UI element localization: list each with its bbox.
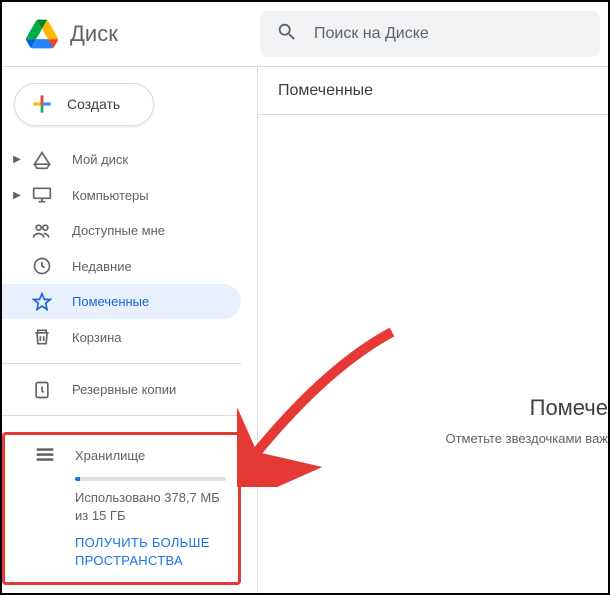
main-header: Помеченные [258, 67, 608, 115]
sidebar-item-trash[interactable]: Корзина [2, 319, 241, 355]
sidebar-item-backups[interactable]: Резервные копии [2, 372, 241, 408]
computers-icon [30, 183, 54, 207]
search-placeholder: Поиск на Диске [314, 25, 429, 43]
sidebar: Создать ▶ Мой диск ▶ Компьютеры Доступны… [2, 67, 258, 593]
storage-used-text: Использовано 378,7 МБ из 15 ГБ [75, 489, 226, 525]
sidebar-item-starred[interactable]: Помеченные [2, 284, 241, 320]
clock-icon [30, 254, 54, 278]
storage-progress-fill [75, 477, 80, 481]
search-bar[interactable]: Поиск на Диске [260, 11, 600, 57]
nav-label: Доступные мне [72, 223, 165, 238]
storage-label: Хранилище [75, 448, 145, 463]
sidebar-item-shared[interactable]: Доступные мне [2, 213, 241, 249]
storage-progress-bar [75, 477, 226, 481]
empty-state-subtitle: Отметьте звездочками важ [258, 431, 608, 446]
shared-icon [30, 219, 54, 243]
search-icon [276, 21, 298, 48]
empty-state: Помече Отметьте звездочками важ [258, 115, 608, 446]
storage-icon [33, 443, 57, 467]
storage-header[interactable]: Хранилище [13, 443, 226, 467]
plus-icon [29, 91, 55, 117]
nav-label: Компьютеры [72, 188, 149, 203]
chevron-right-icon: ▶ [10, 154, 24, 165]
trash-icon [30, 325, 54, 349]
backup-icon [30, 378, 54, 402]
nav-label: Резервные копии [72, 382, 176, 397]
sidebar-item-recent[interactable]: Недавние [2, 248, 241, 284]
sidebar-divider [2, 363, 241, 364]
nav-label: Недавние [72, 259, 132, 274]
logo-area[interactable]: Диск [10, 14, 260, 54]
app-name: Диск [70, 21, 118, 47]
storage-section: Хранилище Использовано 378,7 МБ из 15 ГБ… [2, 432, 241, 585]
app-header: Диск Поиск на Диске [2, 2, 608, 66]
my-drive-icon [30, 148, 54, 172]
drive-logo-icon [22, 14, 62, 54]
storage-upgrade-link[interactable]: ПОЛУЧИТЬ БОЛЬШЕ ПРОСТРАНСТВА [75, 534, 226, 570]
nav-label: Помеченные [72, 294, 149, 309]
star-icon [30, 290, 54, 314]
nav-label: Мой диск [72, 152, 128, 167]
page-title: Помеченные [278, 82, 373, 100]
create-button[interactable]: Создать [14, 83, 154, 126]
empty-state-title: Помече [258, 395, 608, 421]
create-button-label: Создать [67, 96, 120, 112]
main-content: Помеченные Помече Отметьте звездочками в… [258, 67, 608, 593]
sidebar-item-computers[interactable]: ▶ Компьютеры [2, 177, 241, 213]
sidebar-item-my-drive[interactable]: ▶ Мой диск [2, 142, 241, 178]
sidebar-divider [2, 415, 241, 416]
chevron-right-icon: ▶ [10, 190, 24, 201]
nav-label: Корзина [72, 330, 122, 345]
